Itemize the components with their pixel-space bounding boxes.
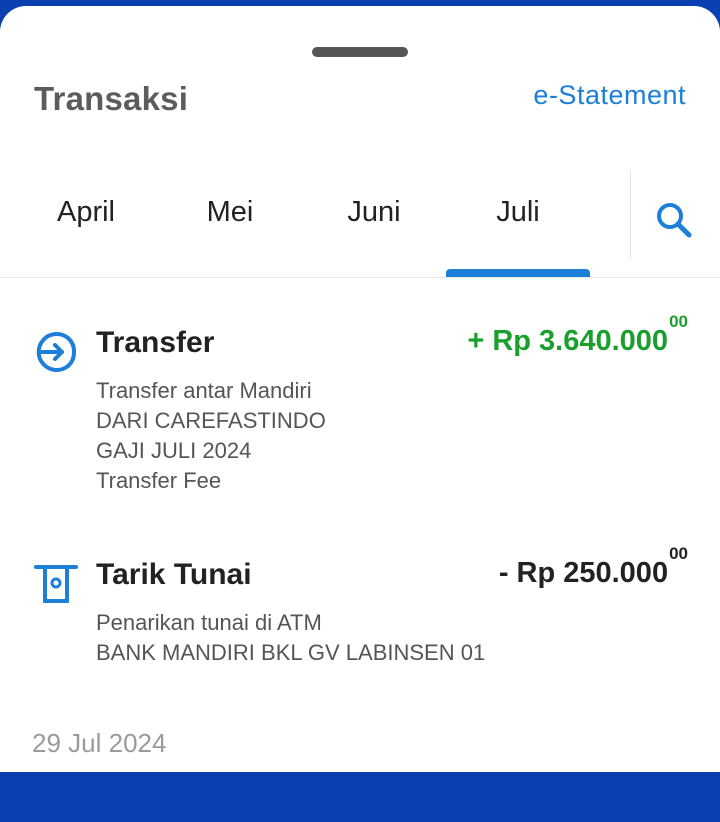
page-title: Transaksi (34, 80, 189, 117)
amount-cents: 00 (669, 312, 688, 331)
tab-mei[interactable]: Mei (158, 196, 302, 229)
transaction-details: Transfer antar Mandiri DARI CAREFASTINDO… (96, 376, 326, 496)
date-header: 29 Jul 2024 (32, 728, 167, 758)
tab-juli[interactable]: Juli (446, 196, 590, 229)
detail-line: DARI CAREFASTINDO (96, 408, 326, 433)
transactions-sheet: Transaksi e-Statement April Mei Juni Jul… (0, 6, 720, 772)
tab-april[interactable]: April (14, 196, 158, 229)
tab-separator (630, 170, 631, 260)
tab-juni[interactable]: Juni (302, 196, 446, 229)
search-icon (657, 203, 692, 238)
drag-handle[interactable] (312, 47, 408, 57)
selected-tab-indicator (446, 269, 590, 277)
amount-value: + Rp 3.640.000 (467, 324, 669, 357)
transaction-title: Tarik Tunai (96, 558, 252, 591)
transfer-in-icon (34, 330, 78, 374)
detail-line: BANK MANDIRI BKL GV LABINSEN 01 (96, 640, 486, 665)
search-button[interactable] (652, 198, 696, 242)
transaction-amount: - Rp 250.00000 (499, 544, 688, 589)
transaction-amount: + Rp 3.640.00000 (467, 312, 688, 357)
atm-withdraw-icon (34, 562, 78, 606)
amount-value: - Rp 250.000 (498, 556, 669, 589)
detail-line: GAJI JULI 2024 (96, 438, 252, 463)
transaction-title: Transfer (96, 326, 215, 359)
detail-line: Transfer antar Mandiri (96, 378, 312, 403)
e-statement-link[interactable]: e-Statement (533, 80, 686, 111)
tabs-divider (0, 277, 720, 278)
month-tabs: April Mei Juni Juli (0, 168, 720, 278)
detail-line: Penarikan tunai di ATM (96, 610, 322, 635)
transaction-details: Penarikan tunai di ATM BANK MANDIRI BKL … (96, 608, 485, 668)
amount-cents: 00 (669, 544, 688, 563)
detail-line: Transfer Fee (96, 468, 222, 493)
